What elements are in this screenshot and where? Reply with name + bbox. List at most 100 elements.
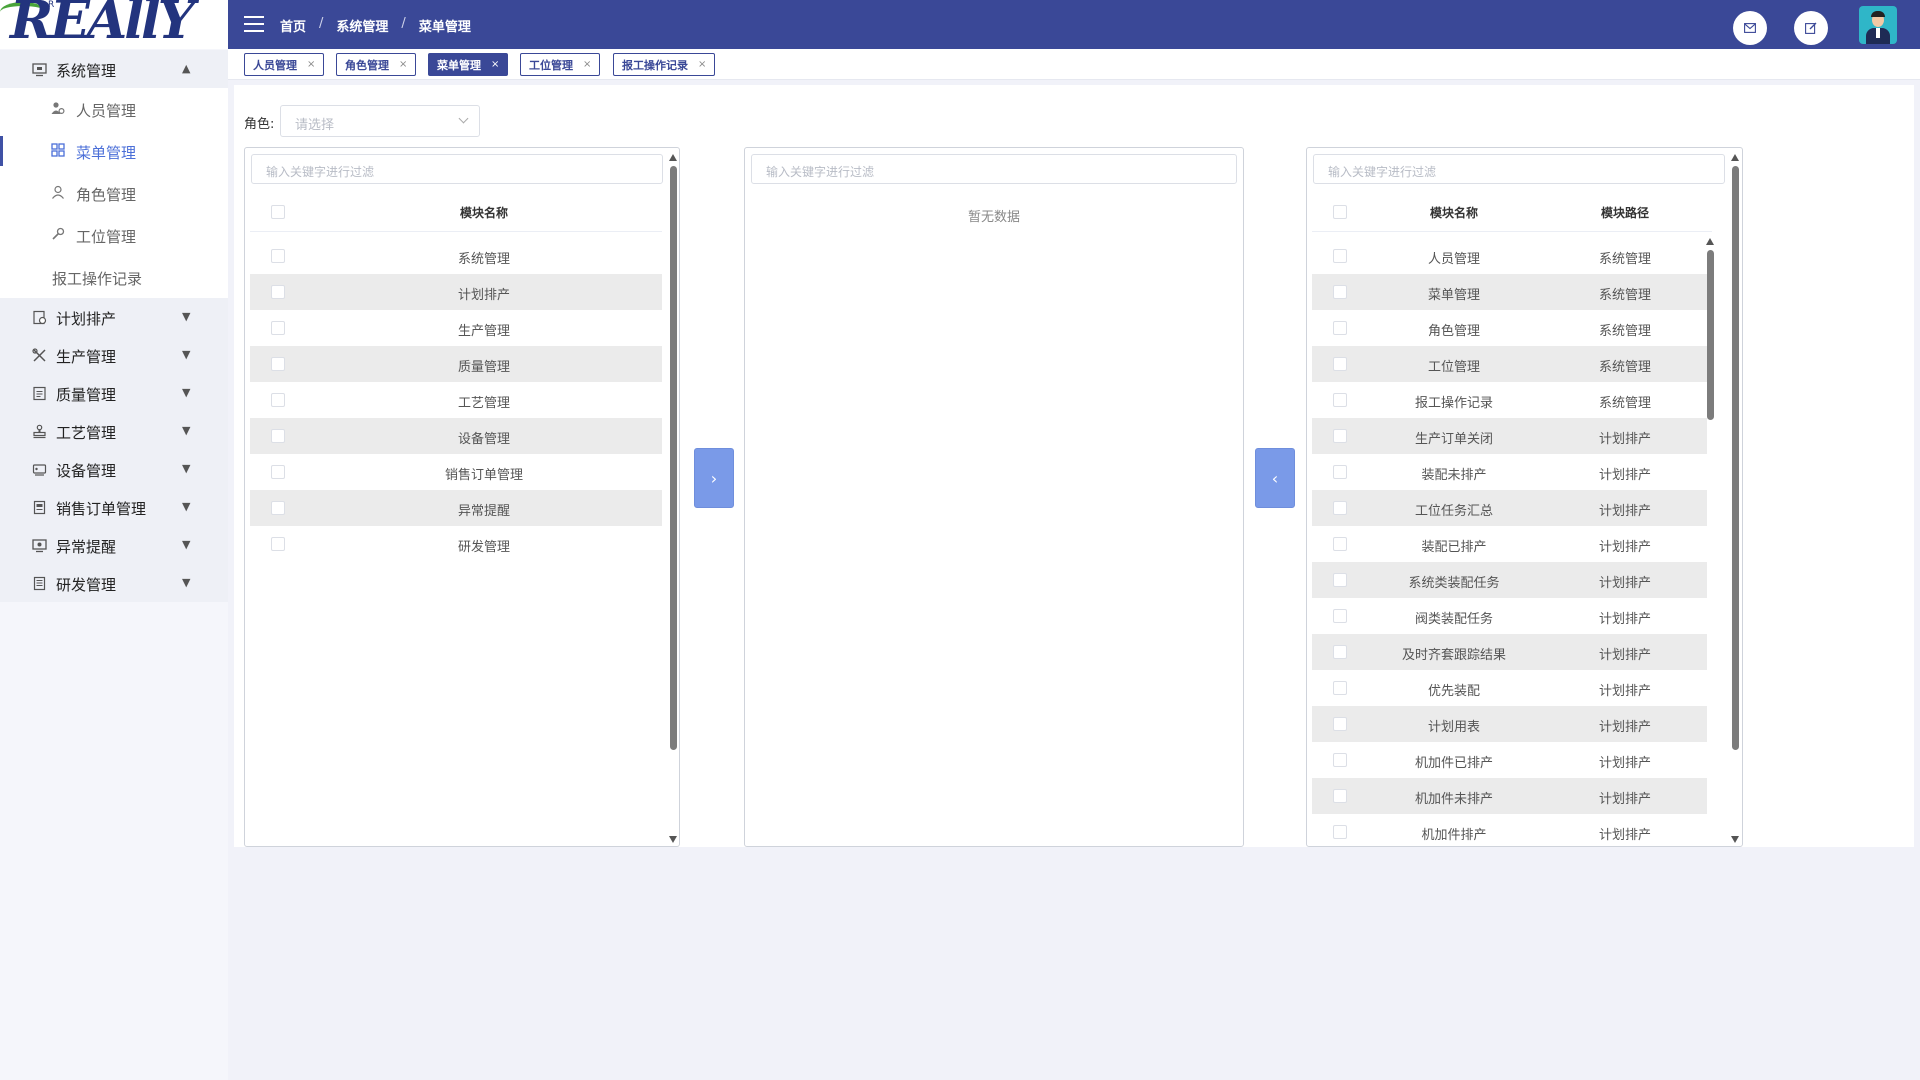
- menu-toggle-icon[interactable]: [244, 16, 264, 32]
- sidebar-group-system[interactable]: 系统管理 ▲: [0, 50, 228, 88]
- table-row[interactable]: 机加件排产 计划排产: [1312, 814, 1707, 846]
- row-checkbox[interactable]: [271, 393, 285, 407]
- table-row[interactable]: 工位任务汇总 计划排产: [1312, 490, 1707, 526]
- table-row[interactable]: 及时齐套跟踪结果 计划排产: [1312, 634, 1707, 670]
- table-row[interactable]: 质量管理: [250, 346, 662, 382]
- table-row[interactable]: 异常提醒: [250, 490, 662, 526]
- table-row[interactable]: 设备管理: [250, 418, 662, 454]
- table-row[interactable]: 系统管理: [250, 238, 662, 274]
- row-checkbox[interactable]: [1333, 681, 1347, 695]
- tab-close-icon[interactable]: ×: [698, 59, 706, 70]
- left-scrollbar[interactable]: [669, 154, 677, 844]
- row-checkbox[interactable]: [1333, 609, 1347, 623]
- row-checkbox[interactable]: [271, 501, 285, 515]
- scroll-thumb[interactable]: [1707, 250, 1714, 420]
- tab-stations[interactable]: 工位管理 ×: [520, 53, 601, 76]
- table-row[interactable]: 机加件未排产 计划排产: [1312, 778, 1707, 814]
- table-row[interactable]: 研发管理: [250, 526, 662, 562]
- tab-close-icon[interactable]: ×: [307, 59, 315, 70]
- sidebar-item-report-log[interactable]: 报工操作记录: [0, 256, 228, 298]
- table-row[interactable]: 装配已排产 计划排产: [1312, 526, 1707, 562]
- table-row[interactable]: 阀类装配任务 计划排产: [1312, 598, 1707, 634]
- row-checkbox[interactable]: [271, 537, 285, 551]
- sidebar-group-sales[interactable]: 销售订单管理 ▼: [0, 488, 228, 526]
- tab-roles[interactable]: 角色管理 ×: [336, 53, 417, 76]
- table-row[interactable]: 报工操作记录 系统管理: [1312, 382, 1707, 418]
- row-checkbox[interactable]: [1333, 645, 1347, 659]
- row-checkbox[interactable]: [1333, 501, 1347, 515]
- sidebar-group-equipment[interactable]: 设备管理 ▼: [0, 450, 228, 488]
- row-checkbox[interactable]: [1333, 465, 1347, 479]
- scroll-up-icon[interactable]: [1731, 154, 1739, 161]
- tab-close-icon[interactable]: ×: [491, 59, 499, 70]
- table-row[interactable]: 计划用表 计划排产: [1312, 706, 1707, 742]
- select-all-checkbox[interactable]: [1333, 205, 1347, 219]
- row-checkbox[interactable]: [271, 429, 285, 443]
- table-row[interactable]: 角色管理 系统管理: [1312, 310, 1707, 346]
- row-checkbox[interactable]: [271, 357, 285, 371]
- sidebar-group-production[interactable]: 生产管理 ▼: [0, 336, 228, 374]
- mail-icon[interactable]: [1733, 11, 1767, 45]
- table-row[interactable]: 工位管理 系统管理: [1312, 346, 1707, 382]
- middle-filter-input[interactable]: 输入关键字进行过滤: [751, 154, 1237, 184]
- right-inner-scrollbar[interactable]: [1706, 238, 1714, 420]
- role-select[interactable]: 请选择: [280, 105, 480, 137]
- row-checkbox[interactable]: [1333, 753, 1347, 767]
- row-checkbox[interactable]: [1333, 429, 1347, 443]
- tab-menus[interactable]: 菜单管理 ×: [428, 53, 509, 76]
- sidebar-group-quality[interactable]: 质量管理 ▼: [0, 374, 228, 412]
- table-row[interactable]: 计划排产: [250, 274, 662, 310]
- row-checkbox[interactable]: [1333, 393, 1347, 407]
- right-filter-input[interactable]: 输入关键字进行过滤: [1313, 154, 1725, 184]
- sidebar-group-planning[interactable]: 计划排产 ▼: [0, 298, 228, 336]
- edit-icon[interactable]: [1794, 11, 1828, 45]
- row-checkbox[interactable]: [271, 249, 285, 263]
- scroll-thumb[interactable]: [670, 166, 677, 750]
- row-checkbox[interactable]: [271, 285, 285, 299]
- row-checkbox[interactable]: [271, 321, 285, 335]
- table-row[interactable]: 装配未排产 计划排产: [1312, 454, 1707, 490]
- tab-users[interactable]: 人员管理 ×: [244, 53, 325, 76]
- tab-report-log[interactable]: 报工操作记录 ×: [613, 53, 716, 76]
- sidebar-group-rnd[interactable]: 研发管理 ▼: [0, 564, 228, 602]
- transfer-left-button[interactable]: ‹: [1255, 448, 1295, 508]
- row-checkbox[interactable]: [1333, 537, 1347, 551]
- row-checkbox[interactable]: [1333, 573, 1347, 587]
- table-row[interactable]: 系统类装配任务 计划排产: [1312, 562, 1707, 598]
- row-checkbox[interactable]: [271, 465, 285, 479]
- sidebar-item-users[interactable]: 人员管理: [0, 88, 228, 130]
- select-all-checkbox[interactable]: [271, 205, 285, 219]
- row-checkbox[interactable]: [1333, 825, 1347, 839]
- transfer-right-button[interactable]: ›: [694, 448, 734, 508]
- table-row[interactable]: 人员管理 系统管理: [1312, 238, 1707, 274]
- scroll-down-icon[interactable]: [1731, 836, 1739, 843]
- tab-close-icon[interactable]: ×: [399, 59, 407, 70]
- tab-close-icon[interactable]: ×: [583, 59, 591, 70]
- row-checkbox[interactable]: [1333, 249, 1347, 263]
- table-row[interactable]: 优先装配 计划排产: [1312, 670, 1707, 706]
- breadcrumb-home[interactable]: 首页: [280, 16, 306, 35]
- table-row[interactable]: 工艺管理: [250, 382, 662, 418]
- table-row[interactable]: 销售订单管理: [250, 454, 662, 490]
- scroll-down-icon[interactable]: [669, 836, 677, 843]
- scroll-up-icon[interactable]: [1706, 238, 1714, 245]
- table-row[interactable]: 机加件已排产 计划排产: [1312, 742, 1707, 778]
- row-checkbox[interactable]: [1333, 789, 1347, 803]
- sidebar-item-menus[interactable]: 菜单管理: [0, 130, 228, 172]
- table-row[interactable]: 菜单管理 系统管理: [1312, 274, 1707, 310]
- user-avatar[interactable]: [1859, 6, 1897, 44]
- row-checkbox[interactable]: [1333, 321, 1347, 335]
- scroll-up-icon[interactable]: [669, 154, 677, 161]
- sidebar-item-roles[interactable]: 角色管理: [0, 172, 228, 214]
- row-checkbox[interactable]: [1333, 285, 1347, 299]
- table-row[interactable]: 生产订单关闭 计划排产: [1312, 418, 1707, 454]
- sidebar-group-process[interactable]: 工艺管理 ▼: [0, 412, 228, 450]
- row-checkbox[interactable]: [1333, 357, 1347, 371]
- sidebar-group-alerts[interactable]: 异常提醒 ▼: [0, 526, 228, 564]
- row-checkbox[interactable]: [1333, 717, 1347, 731]
- left-filter-input[interactable]: 输入关键字进行过滤: [251, 154, 663, 184]
- sidebar-item-stations[interactable]: 工位管理: [0, 214, 228, 256]
- scroll-thumb[interactable]: [1732, 166, 1739, 750]
- table-row[interactable]: 生产管理: [250, 310, 662, 346]
- right-scrollbar[interactable]: [1731, 154, 1739, 844]
